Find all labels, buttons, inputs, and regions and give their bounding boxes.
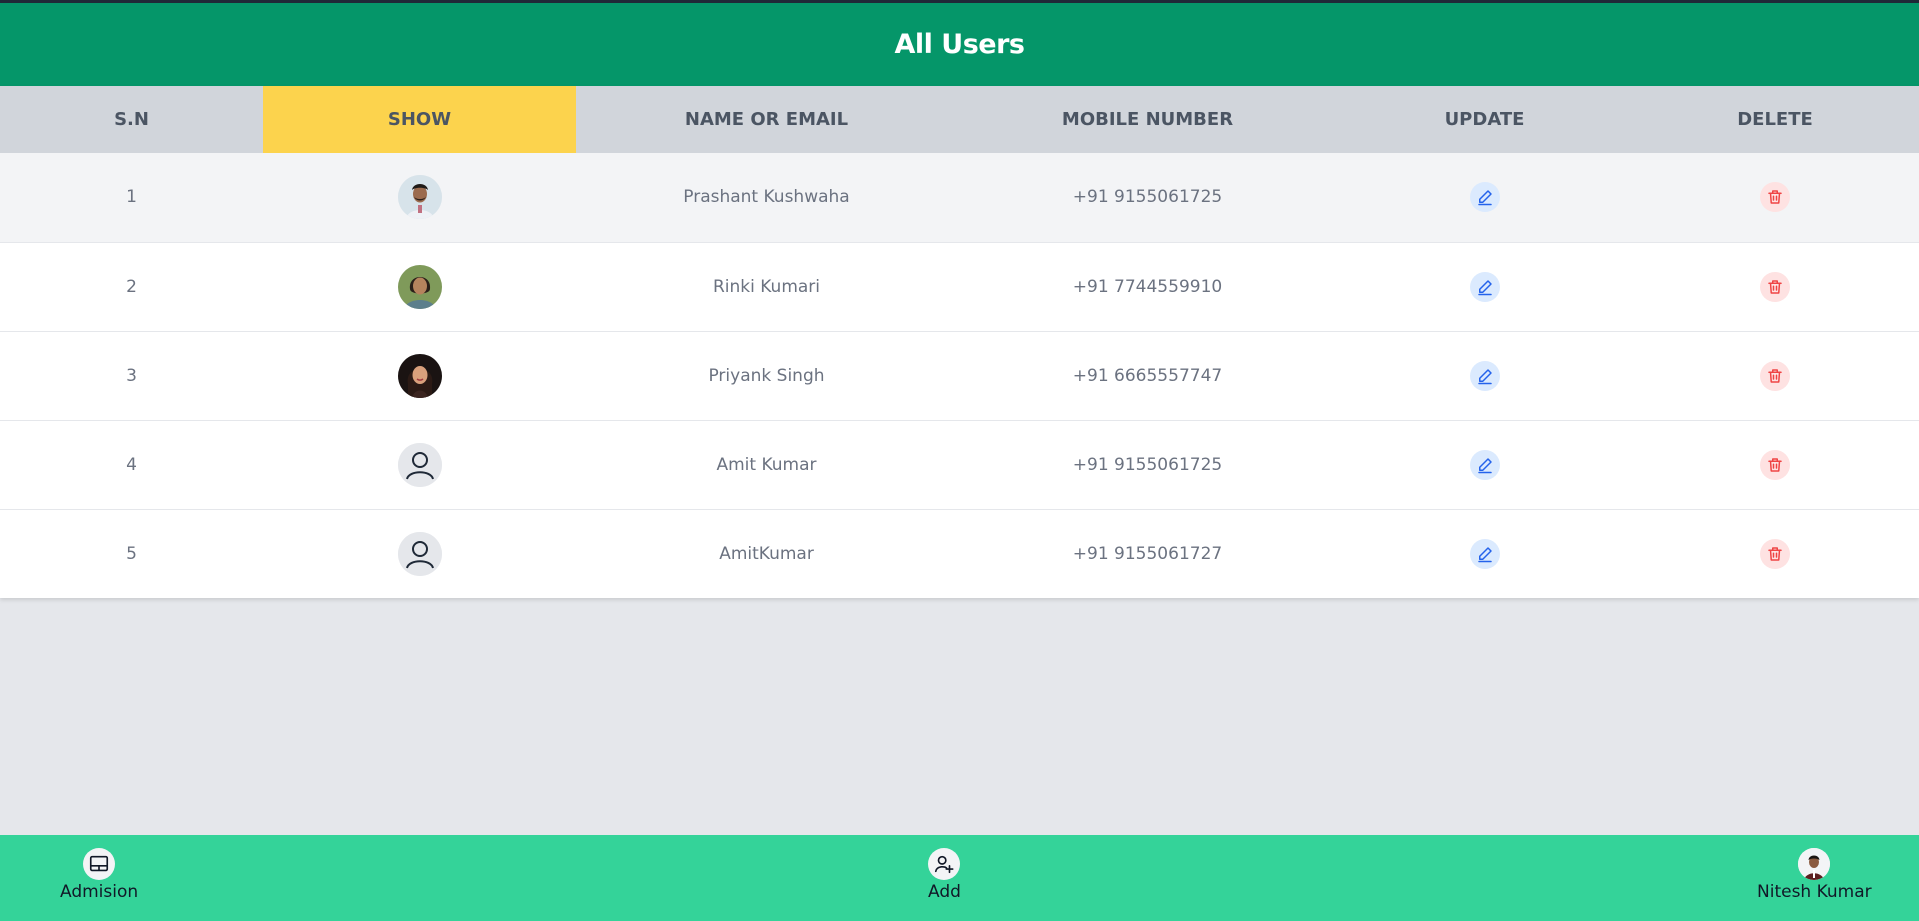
trash-icon <box>1768 457 1782 472</box>
update-cell <box>1338 331 1631 420</box>
user-avatar[interactable] <box>397 264 442 309</box>
avatar-cell <box>263 242 576 331</box>
column-header-delete: DELETE <box>1737 109 1813 130</box>
edit-button[interactable] <box>1469 271 1500 302</box>
edit-button[interactable] <box>1469 538 1500 569</box>
add-nav-item[interactable]: Add <box>928 848 961 902</box>
page-title: All Users <box>894 29 1026 60</box>
table-row: 5 AmitKumar +91 9155061727 <box>0 509 1919 598</box>
user-photo-icon <box>397 353 442 398</box>
pencil-icon <box>1477 368 1492 384</box>
table-row: 4 Amit Kumar +91 9155061725 <box>0 420 1919 509</box>
admission-nav-item[interactable]: Admision <box>60 848 138 902</box>
admission-icon <box>83 848 116 880</box>
trash-icon <box>1768 190 1782 204</box>
avatar-cell <box>263 153 576 242</box>
row-serial-number: 1 <box>126 187 137 208</box>
user-mobile: +91 9155061725 <box>1072 187 1223 208</box>
avatar <box>1798 848 1831 880</box>
delete-button[interactable] <box>1760 360 1790 391</box>
avatar-cell <box>263 509 576 598</box>
user-mobile: +91 6665557747 <box>1072 365 1223 386</box>
avatar-cell <box>263 420 576 509</box>
user-avatar[interactable] <box>397 442 442 487</box>
pencil-icon <box>1477 547 1492 562</box>
column-header-mobile: MOBILE NUMBER <box>1061 109 1234 130</box>
delete-button[interactable] <box>1760 449 1790 480</box>
delete-button[interactable] <box>1760 182 1790 213</box>
table-row: 2 Rinki Kumari +91 7744559910 <box>0 242 1919 331</box>
update-cell <box>1338 509 1631 598</box>
delete-cell <box>1631 153 1919 242</box>
column-header-sn: S.N <box>114 109 149 130</box>
profile-name-label: Nitesh Kumar <box>1757 882 1872 902</box>
add-label: Add <box>928 882 961 902</box>
user-photo-icon <box>397 175 442 220</box>
users-table: S.N SHOW NAME OR EMAIL MOBILE NUMBER UPD… <box>0 86 1919 598</box>
column-header-name: NAME OR EMAIL <box>684 109 849 130</box>
user-name: Prashant Kushwaha <box>683 187 850 208</box>
update-cell <box>1338 153 1631 242</box>
delete-cell <box>1631 242 1919 331</box>
update-cell <box>1338 420 1631 509</box>
edit-button[interactable] <box>1469 182 1500 213</box>
user-mobile: +91 9155061727 <box>1072 543 1223 564</box>
edit-button[interactable] <box>1469 360 1500 391</box>
trash-icon <box>1768 368 1782 383</box>
row-serial-number: 3 <box>126 365 137 386</box>
table-row: 1 Prashant Kushwaha +91 9155061725 <box>0 153 1919 242</box>
user-avatar[interactable] <box>397 353 442 398</box>
column-header-show[interactable]: SHOW <box>263 86 576 153</box>
users-table-card: S.N SHOW NAME OR EMAIL MOBILE NUMBER UPD… <box>0 86 1919 598</box>
default-user-icon <box>397 531 442 576</box>
user-mobile: +91 7744559910 <box>1072 276 1223 297</box>
table-header-row: S.N SHOW NAME OR EMAIL MOBILE NUMBER UPD… <box>0 86 1919 153</box>
user-mobile: +91 9155061725 <box>1072 454 1223 475</box>
row-serial-number: 4 <box>126 454 137 475</box>
profile-photo-icon <box>1798 848 1831 880</box>
row-serial-number: 5 <box>126 543 137 564</box>
update-cell <box>1338 242 1631 331</box>
user-name: Rinki Kumari <box>712 276 821 297</box>
edit-button[interactable] <box>1469 449 1500 480</box>
profile-nav-item[interactable]: Nitesh Kumar <box>1757 848 1872 902</box>
page-header: All Users <box>0 3 1919 86</box>
trash-icon <box>1768 279 1782 294</box>
bottom-nav-bar: Admision Add Nitesh Kumar <box>0 835 1919 921</box>
pencil-icon <box>1477 190 1492 206</box>
delete-button[interactable] <box>1760 271 1790 302</box>
delete-cell <box>1631 420 1919 509</box>
pencil-icon <box>1477 279 1492 295</box>
default-user-icon <box>397 442 442 487</box>
delete-button[interactable] <box>1760 538 1790 569</box>
trash-icon <box>1768 547 1782 561</box>
user-name: Amit Kumar <box>716 454 817 475</box>
table-row: 3 Priyank Singh +91 6665557747 <box>0 331 1919 420</box>
avatar-cell <box>263 331 576 420</box>
row-serial-number: 2 <box>126 276 137 297</box>
delete-cell <box>1631 331 1919 420</box>
user-photo-icon <box>397 264 442 309</box>
delete-cell <box>1631 509 1919 598</box>
user-name: AmitKumar <box>719 543 814 564</box>
pencil-icon <box>1477 457 1492 473</box>
column-header-update: UPDATE <box>1444 109 1525 130</box>
admission-label: Admision <box>60 882 139 902</box>
add-user-icon <box>928 848 961 880</box>
user-name: Priyank Singh <box>708 365 825 386</box>
user-avatar[interactable] <box>397 531 442 576</box>
user-avatar[interactable] <box>397 175 442 220</box>
